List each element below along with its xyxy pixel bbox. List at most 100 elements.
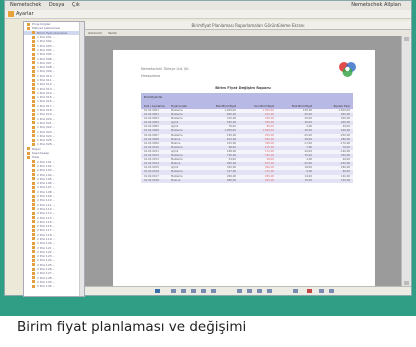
report-title: Birim Fiyat Değişim Raporu [215, 86, 271, 90]
folder-icon [32, 220, 35, 224]
folder-icon [32, 177, 35, 181]
export-icon[interactable] [293, 289, 298, 293]
tab-gorunum[interactable]: Görünüm [88, 31, 102, 35]
folder-icon [32, 31, 35, 35]
report-viewer: Nemetschek Türkiye Ltd. Şti. Hesaplama B… [85, 36, 401, 286]
menu-bar: Nemetschek Dosya Çık Nemetschek Allplan [5, 1, 411, 10]
report-page: Nemetschek Türkiye Ltd. Şti. Hesaplama B… [113, 50, 375, 286]
first-page-icon[interactable] [155, 289, 160, 293]
col-header-toplam: Toplam Fark [333, 104, 350, 108]
folder-icon [32, 74, 35, 78]
folder-icon [32, 164, 35, 168]
save-icon[interactable] [329, 289, 334, 293]
folder-icon [32, 91, 35, 95]
folder-icon [32, 95, 35, 99]
report-panel: Birimfiyat Planlaması Raporlamaları Görü… [85, 21, 411, 295]
folder-icon [27, 151, 30, 155]
folder-icon [32, 117, 35, 121]
folder-icon [32, 224, 35, 228]
folder-icon [32, 138, 35, 142]
menu-item-dosya[interactable]: Dosya [49, 2, 65, 8]
folder-icon [32, 168, 35, 172]
search-icon[interactable] [237, 289, 242, 293]
tab-yazdir[interactable]: Yazdır [108, 31, 117, 35]
folder-icon [32, 250, 35, 254]
folder-icon [32, 267, 35, 271]
scroll-down-icon[interactable] [404, 281, 409, 285]
folder-icon [32, 276, 35, 280]
folder-icon [32, 87, 35, 91]
page-number-icon[interactable] [181, 289, 186, 293]
viewer-scrollbar[interactable] [401, 36, 411, 286]
tree-item[interactable]: 2 Poz 130 ... [24, 284, 84, 288]
table-cell: 495,00 [264, 178, 274, 182]
folder-icon [32, 121, 35, 125]
folder-icon [32, 185, 35, 189]
folder-icon [32, 39, 35, 43]
folder-icon [32, 48, 35, 52]
folder-icon [32, 134, 35, 138]
folder-icon [32, 52, 35, 56]
col-header-yeni: Yeni Birimfiyat [253, 104, 274, 108]
table-cell: 480,00 [226, 178, 236, 182]
settings-icon[interactable] [8, 11, 14, 17]
folder-icon [27, 26, 30, 30]
col-header-grup: Fiyat Grubu [171, 104, 188, 108]
project-tree: Proje bilgileri Maliyet planlaması Birim f… [23, 21, 85, 297]
zoom-icon[interactable] [211, 289, 216, 293]
table-body: 01.02.0001 Malzeme 1.200,00 1.350,00 150,00 1… [141, 109, 353, 183]
folder-icon [32, 99, 35, 103]
fit-page-icon[interactable] [267, 289, 272, 293]
prev-page-icon[interactable] [171, 289, 176, 293]
print-icon[interactable] [319, 289, 324, 293]
tree-item-label: 2 Poz 130 ... [37, 284, 56, 289]
menu-item-nemetschek[interactable]: Nemetschek [10, 2, 41, 8]
pdf-icon[interactable] [307, 289, 312, 293]
folder-icon [32, 181, 35, 185]
table-cell: 15,00 [304, 178, 312, 182]
folder-icon [32, 237, 35, 241]
company-name: Nemetschek Türkiye Ltd. Şti. [141, 67, 190, 71]
folder-icon [32, 82, 35, 86]
frame-strip [0, 296, 416, 316]
zoom-in-icon[interactable] [247, 289, 252, 293]
table-row: 01.02.0018 Makine 480,00 495,00 15,00 150,00 [141, 178, 353, 183]
menu-item-cik[interactable]: Çık [72, 2, 80, 8]
toolbar-label[interactable]: Ayarlar [16, 10, 34, 19]
folder-icon [32, 216, 35, 219]
company-logo-icon [339, 62, 356, 77]
folder-icon [32, 160, 35, 164]
folder-icon [32, 203, 35, 207]
folder-icon [32, 69, 35, 73]
folder-icon [32, 198, 35, 202]
table-cell: Makine [171, 178, 181, 182]
col-header-eski: Eski Birimfiyat [215, 104, 236, 108]
folder-icon [32, 104, 35, 108]
folder-icon [32, 271, 35, 275]
col-header-fark: Fark Birimfiyat [291, 104, 312, 108]
folder-icon [32, 125, 35, 129]
report-window-title: Birimfiyat Planlaması Raporlamaları Görü… [85, 21, 411, 30]
folder-icon [32, 263, 35, 267]
report-subtitle: Hesaplama [141, 74, 161, 78]
folder-icon [32, 61, 35, 65]
app-window: Nemetschek Dosya Çık Nemetschek Allplan … [4, 0, 412, 297]
tree-scrollbar[interactable] [79, 22, 84, 296]
scroll-up-icon[interactable] [404, 37, 409, 41]
folder-icon [32, 284, 35, 288]
folder-icon [32, 78, 35, 82]
folder-icon [32, 254, 35, 258]
tree-list: Proje bilgileri Maliyet planlaması Birim f… [24, 22, 84, 288]
folder-icon [32, 258, 35, 262]
zoom-out-icon[interactable] [257, 289, 262, 293]
next-page-icon[interactable] [191, 289, 196, 293]
folder-icon [32, 112, 35, 116]
folder-icon [32, 280, 35, 284]
table-subhead: Birimfiyat No [144, 95, 163, 99]
folder-icon [32, 194, 35, 198]
folder-icon [32, 207, 35, 211]
folder-icon [32, 228, 35, 232]
folder-icon [32, 190, 35, 194]
folder-icon [32, 35, 35, 39]
last-page-icon[interactable] [201, 289, 206, 293]
